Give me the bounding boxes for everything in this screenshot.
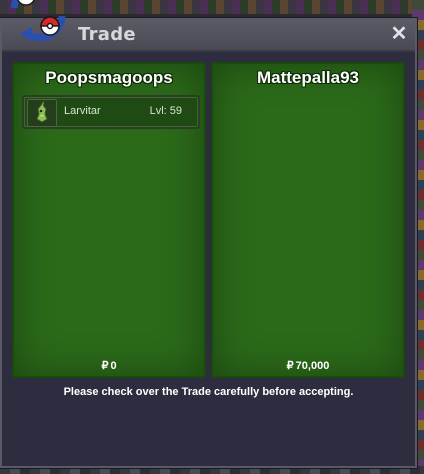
trade-window: Trade ✕ Poopsmagoops Larvitar Lvl: 59 ₽0…: [0, 18, 417, 468]
money-offer-left: ₽0: [14, 359, 204, 372]
trainer-name-left: Poopsmagoops: [45, 68, 173, 87]
trade-swap-pokeballs-icon: [4, 0, 72, 44]
money-amount-right: 70,000: [295, 360, 330, 372]
pokedollar-icon: ₽: [101, 360, 109, 372]
close-button[interactable]: ✕: [389, 23, 409, 45]
trade-offer-panel-left: Poopsmagoops Larvitar Lvl: 59 ₽0: [12, 62, 206, 378]
pokemon-level: Lvl: 59: [149, 105, 182, 117]
trade-offer-panel-right: Mattepalla93 ₽70,000: [211, 62, 405, 378]
pokemon-name: Larvitar: [64, 105, 101, 117]
pokedollar-icon: ₽: [286, 360, 294, 372]
window-title: Trade: [78, 24, 136, 45]
larvitar-sprite-icon: [27, 99, 57, 127]
money-amount-left: 0: [110, 360, 117, 372]
trainer-name-right: Mattepalla93: [256, 68, 360, 87]
money-offer-right: ₽70,000: [213, 359, 403, 372]
pokemon-offer-item[interactable]: Larvitar Lvl: 59: [22, 95, 200, 129]
trade-warning-message: Please check over the Trade carefully be…: [63, 386, 354, 398]
